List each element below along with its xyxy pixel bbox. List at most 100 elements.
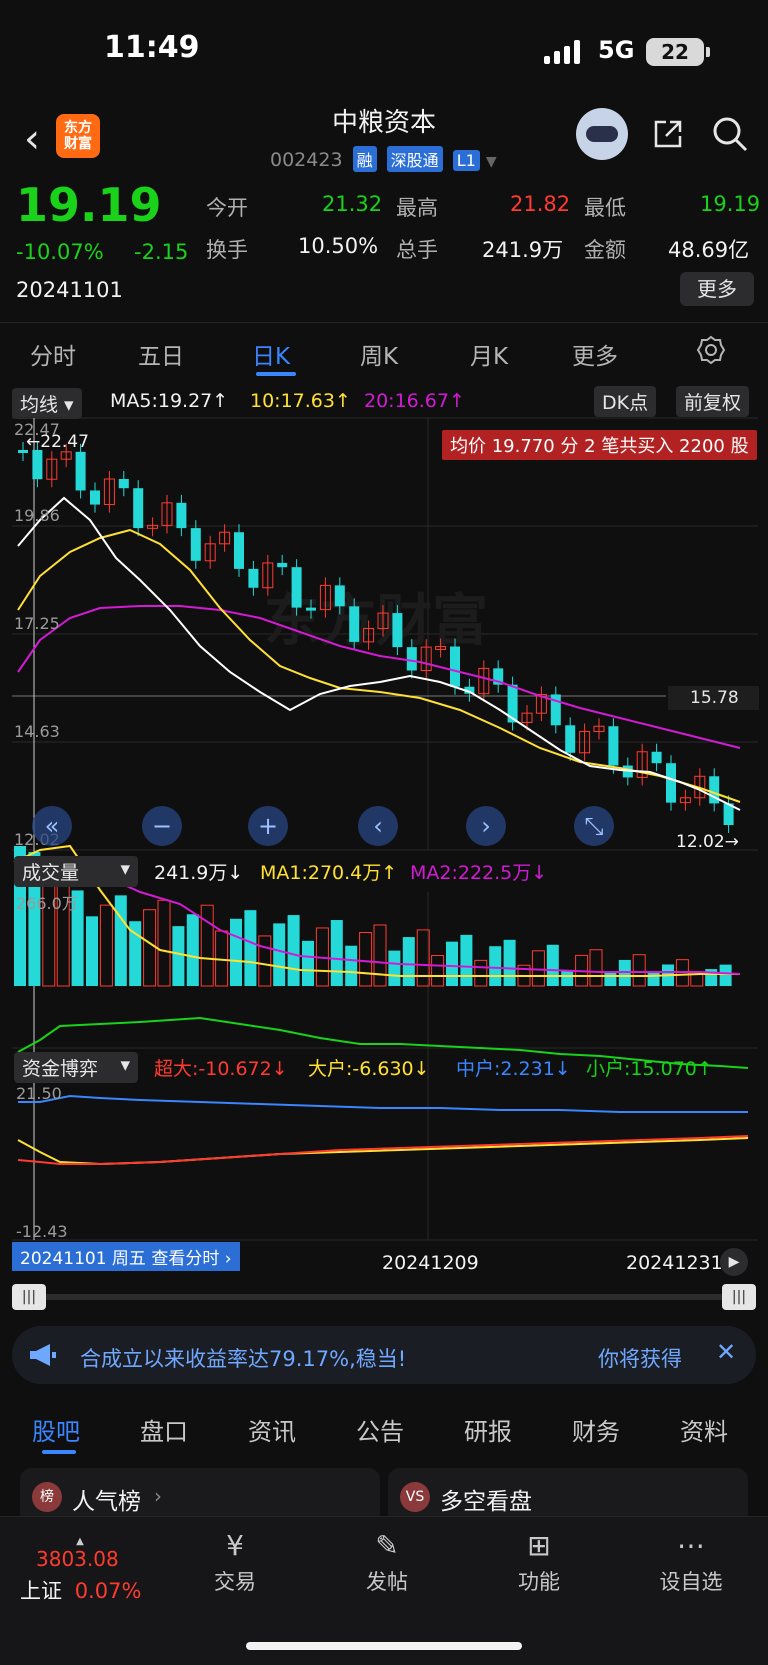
tag-level: L1 — [452, 150, 480, 171]
settings-icon[interactable] — [696, 335, 726, 371]
index-value: 3803.08 — [36, 1547, 119, 1571]
zoom-in-button[interactable]: + — [248, 806, 288, 846]
stock-code-line[interactable]: 002423 融 深股通 L1 ▼ — [270, 146, 497, 172]
prev-button[interactable]: ‹ — [358, 806, 398, 846]
open-label: 今开 — [206, 196, 248, 220]
quote-date: 20241101 — [16, 278, 123, 302]
banner-cta[interactable]: 你将获得 — [598, 1343, 682, 1373]
volume-legend: 241.9万↓ — [154, 862, 244, 884]
tab-more[interactable]: 更多 — [572, 337, 618, 371]
capital-selector[interactable]: 资金博弈 ▾ — [14, 1052, 138, 1083]
turnover-value: 10.50% — [298, 234, 379, 258]
candle — [608, 726, 619, 766]
y-label-3: 17.25 — [14, 614, 60, 633]
cursor-date-label: 20241101 周五 查看分时 — [20, 1249, 220, 1269]
subtab-news[interactable]: 资讯 — [248, 1412, 296, 1447]
candle — [651, 751, 662, 764]
high-marker: ←22.47 — [26, 432, 89, 452]
fullscreen-button[interactable]: ⤡ — [574, 806, 614, 846]
banner-close-icon[interactable]: ✕ — [716, 1338, 736, 1366]
volume-bar — [632, 954, 646, 987]
tab-weekly-k[interactable]: 周K — [360, 337, 398, 371]
tag-margin: 融 — [352, 146, 377, 172]
more-dots-icon: ⋯ — [677, 1529, 705, 1562]
nav-watchlist[interactable]: ⋯ 设自选 — [646, 1526, 736, 1596]
large-line — [17, 1137, 749, 1166]
tab-intraday[interactable]: 分时 — [30, 337, 76, 371]
vol-ma2-legend: MA2:222.5万↓ — [410, 862, 548, 884]
index-ticker[interactable]: ▲ 3803.08 上证 0.07% — [20, 1536, 170, 1605]
index-change: 0.07% — [74, 1579, 142, 1603]
candle — [118, 479, 129, 489]
avg-buy-notice: 均价 19.770 分 2 笔共买入 2200 股 — [442, 430, 757, 460]
candle — [392, 613, 403, 648]
zoom-out-button[interactable]: − — [142, 806, 182, 846]
capital-top-label: 21.50 — [16, 1084, 62, 1103]
next-button[interactable]: › — [466, 806, 506, 846]
candle — [334, 585, 345, 607]
mid-line — [18, 1094, 748, 1113]
volume-bar — [273, 923, 286, 986]
amount-label: 金额 — [584, 238, 626, 262]
range-handle-right[interactable]: ||| — [722, 1284, 756, 1310]
candle — [75, 451, 86, 491]
capital-bottom-label: -12.43 — [16, 1222, 68, 1241]
ma20-legend: 20:16.67↑ — [364, 390, 465, 412]
subtab-forum[interactable]: 股吧 — [32, 1412, 80, 1447]
candle — [406, 647, 417, 671]
high-value: 21.82 — [510, 192, 571, 216]
range-slider-track[interactable] — [30, 1294, 740, 1300]
volume-bar — [302, 940, 314, 986]
volume-bar — [287, 915, 300, 986]
change-value: -2.15 — [134, 240, 189, 264]
volume-bar — [86, 916, 98, 986]
share-icon[interactable] — [650, 116, 686, 152]
current-price: 19.19 — [16, 178, 162, 232]
play-icon[interactable]: ▶ — [720, 1248, 748, 1276]
tab-monthly-k[interactable]: 月K — [470, 337, 508, 371]
more-quote-button[interactable]: 更多 — [680, 272, 754, 306]
tab-5day[interactable]: 五日 — [138, 337, 184, 371]
volume-bar — [230, 918, 242, 986]
candle — [349, 606, 360, 642]
battery-icon: 22 — [646, 38, 704, 66]
subtab-profile[interactable]: 资料 — [680, 1412, 728, 1447]
candle — [176, 502, 187, 529]
candle — [234, 532, 244, 569]
volume-selector[interactable]: 成交量 ▾ — [14, 856, 138, 887]
candle — [32, 450, 43, 480]
candle — [666, 763, 676, 803]
tab-daily-k[interactable]: 日K — [252, 337, 290, 371]
volume-bar — [647, 972, 660, 986]
y-label-2: 19.86 — [14, 506, 60, 525]
volume-label: 总手 — [396, 238, 438, 262]
nav-post[interactable]: ✎ 发帖 — [342, 1526, 432, 1596]
nav-trade[interactable]: ¥ 交易 — [190, 1526, 280, 1596]
volume-bar — [503, 939, 516, 986]
x-date-2: 20241231 — [626, 1252, 723, 1274]
range-handle-left[interactable]: ||| — [12, 1284, 46, 1310]
fast-back-button[interactable]: « — [32, 806, 72, 846]
turnover-label: 换手 — [206, 238, 248, 262]
nav-functions[interactable]: ⊞ 功能 — [494, 1526, 584, 1596]
vs-icon: VS — [400, 1482, 430, 1512]
cursor-date-button[interactable]: 20241101 周五 查看分时 › — [12, 1242, 240, 1271]
subtab-finance[interactable]: 财务 — [572, 1412, 620, 1447]
volume-bar — [99, 904, 113, 987]
volume-bar — [489, 946, 502, 986]
subtab-announcements[interactable]: 公告 — [356, 1412, 404, 1447]
subtab-research[interactable]: 研报 — [464, 1412, 512, 1447]
volume-bar — [446, 941, 458, 986]
search-icon[interactable] — [710, 114, 750, 154]
nav-post-label: 发帖 — [366, 1570, 408, 1594]
index-name: 上证 — [20, 1579, 62, 1603]
subtab-underline — [42, 1450, 76, 1454]
megaphone-icon — [28, 1342, 58, 1372]
assistant-avatar[interactable] — [576, 108, 628, 160]
subtab-orderbook[interactable]: 盘口 — [140, 1412, 188, 1447]
super-legend: 超大:-10.672↓ — [154, 1058, 288, 1080]
candle — [90, 490, 100, 505]
large-legend: 大户:-6.630↓ — [308, 1058, 430, 1080]
caret-up-icon: ▲ — [76, 1536, 84, 1547]
volume-bar — [359, 932, 373, 987]
